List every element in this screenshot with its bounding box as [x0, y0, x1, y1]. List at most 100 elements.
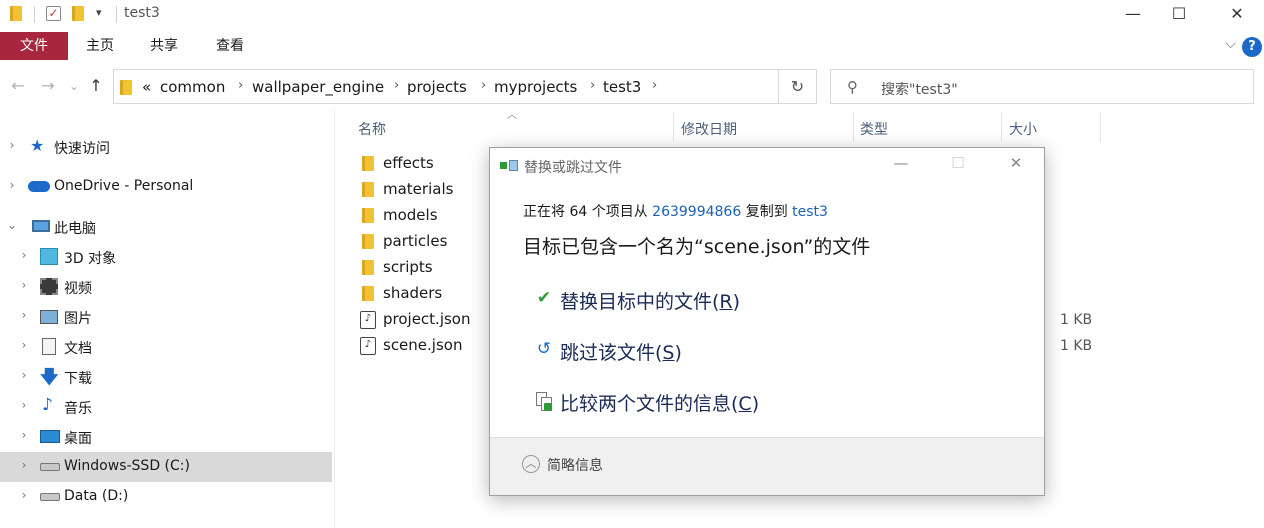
- chevron-right-icon[interactable]: ›: [18, 398, 30, 412]
- breadcrumb-myprojects[interactable]: myprojects: [494, 78, 577, 96]
- breadcrumb-common[interactable]: common: [160, 78, 225, 96]
- column-divider[interactable]: [1001, 112, 1002, 142]
- ribbon-tabs: 文件 主页 共享 查看: [0, 32, 1264, 60]
- list-item[interactable]: ♪ scene.json: [356, 333, 486, 359]
- dialog-maximize-button: ☐: [951, 154, 965, 172]
- chevron-right-icon[interactable]: ›: [394, 78, 399, 93]
- sidebar-item-3d-objects[interactable]: › 3D 对象: [0, 242, 332, 272]
- dialog-footer: ︿ 简略信息: [490, 437, 1044, 495]
- column-divider[interactable]: [853, 112, 854, 142]
- list-item[interactable]: particles: [356, 229, 486, 255]
- title-bar: ✓ ▾ test3 — ☐ ✕: [0, 0, 1264, 30]
- chevron-right-icon[interactable]: ›: [18, 308, 30, 322]
- column-header-date[interactable]: 修改日期: [681, 119, 737, 139]
- dialog-close-button[interactable]: ✕: [1001, 154, 1031, 172]
- address-bar[interactable]: « common › wallpaper_engine › projects ›…: [113, 69, 817, 104]
- tab-file[interactable]: 文件: [0, 32, 68, 60]
- chevron-right-icon[interactable]: ›: [18, 368, 30, 382]
- breadcrumb-overflow[interactable]: «: [142, 78, 151, 96]
- breadcrumb-wallpaper-engine[interactable]: wallpaper_engine: [252, 78, 384, 96]
- pane-divider[interactable]: [334, 110, 335, 528]
- search-box[interactable]: ⚲ 搜索"test3": [830, 69, 1254, 104]
- desktop-icon: [40, 430, 60, 443]
- search-icon: ⚲: [847, 78, 858, 96]
- list-item[interactable]: scripts: [356, 255, 486, 281]
- divider: [116, 6, 117, 23]
- recent-locations-button[interactable]: ⌄: [62, 74, 86, 98]
- skip-option[interactable]: ↺ 跳过该文件(S): [534, 335, 694, 369]
- tab-home[interactable]: 主页: [76, 32, 124, 60]
- sidebar-item-label: 桌面: [64, 431, 92, 447]
- sidebar-item-downloads[interactable]: › 🡇 下载: [0, 362, 332, 392]
- compare-option[interactable]: 比较两个文件的信息(C): [534, 386, 774, 420]
- source-link[interactable]: 2639994866: [652, 204, 741, 220]
- column-divider[interactable]: [673, 112, 674, 142]
- properties-icon[interactable]: ✓: [46, 6, 61, 21]
- chevron-right-icon[interactable]: ›: [652, 78, 657, 93]
- replace-option[interactable]: ✔ 替换目标中的文件(R): [534, 284, 754, 318]
- column-divider[interactable]: [1100, 112, 1101, 142]
- sidebar-item-data-d[interactable]: › Data (D:): [0, 482, 332, 512]
- chevron-right-icon[interactable]: ›: [18, 428, 30, 442]
- destination-link[interactable]: test3: [792, 204, 828, 220]
- file-name: effects: [383, 154, 434, 172]
- refresh-button[interactable]: ↻: [778, 69, 817, 104]
- navigation-bar: ← → ⌄ ↑ « common › wallpaper_engine › pr…: [0, 66, 1264, 106]
- tab-share[interactable]: 共享: [140, 32, 188, 60]
- close-button[interactable]: ✕: [1214, 0, 1260, 30]
- copy-progress-icon: [500, 160, 518, 172]
- sidebar-item-onedrive[interactable]: › OneDrive - Personal: [0, 172, 332, 202]
- sidebar-item-desktop[interactable]: › 桌面: [0, 422, 332, 452]
- tab-view[interactable]: 查看: [206, 32, 254, 60]
- chevron-right-icon[interactable]: ›: [18, 248, 30, 262]
- sidebar-item-windows-ssd[interactable]: › Windows-SSD (C:): [0, 452, 332, 482]
- chevron-right-icon[interactable]: ›: [18, 458, 30, 472]
- sidebar-item-music[interactable]: › ♪ 音乐: [0, 392, 332, 422]
- chevron-right-icon[interactable]: ›: [18, 278, 30, 292]
- minimize-button[interactable]: —: [1110, 0, 1156, 30]
- up-button[interactable]: ↑: [84, 74, 108, 98]
- quick-access-dropdown-icon[interactable]: ▾: [96, 6, 102, 19]
- list-item[interactable]: effects: [356, 151, 486, 177]
- list-item[interactable]: materials: [356, 177, 486, 203]
- forward-button[interactable]: →: [36, 74, 60, 98]
- maximize-button[interactable]: ☐: [1156, 0, 1202, 30]
- file-name: materials: [383, 180, 454, 198]
- fewer-details-toggle[interactable]: 简略信息: [547, 455, 603, 475]
- column-header-type[interactable]: 类型: [860, 119, 888, 139]
- dialog-minimize-button[interactable]: —: [886, 154, 916, 172]
- chevron-right-icon[interactable]: ›: [18, 488, 30, 502]
- column-header-size[interactable]: 大小: [1009, 119, 1037, 139]
- chevron-right-icon[interactable]: ›: [6, 178, 18, 192]
- chevron-up-icon[interactable]: ︿: [522, 455, 540, 473]
- music-icon: ♪: [42, 395, 53, 415]
- checkmark-icon: ✔: [536, 288, 552, 308]
- chevron-right-icon[interactable]: ›: [590, 78, 595, 93]
- file-name: scripts: [383, 258, 433, 276]
- chevron-right-icon[interactable]: ›: [481, 78, 486, 93]
- copy-status-prefix: 正在将 64 个项目从: [523, 204, 653, 220]
- chevron-right-icon[interactable]: ›: [6, 138, 18, 152]
- list-item[interactable]: ♪ project.json: [356, 307, 486, 333]
- sidebar-item-quick-access[interactable]: › ★ 快速访问: [0, 132, 332, 162]
- back-button[interactable]: ←: [6, 74, 30, 98]
- file-name: project.json: [383, 310, 471, 328]
- breadcrumb-projects[interactable]: projects: [407, 78, 467, 96]
- sidebar-item-label: 此电脑: [54, 221, 96, 237]
- chevron-right-icon[interactable]: ›: [238, 78, 243, 93]
- sidebar-item-videos[interactable]: › 视频: [0, 272, 332, 302]
- breadcrumb-test3[interactable]: test3: [603, 78, 641, 96]
- sidebar-item-this-pc[interactable]: ⌄ 此电脑: [0, 212, 332, 242]
- list-item[interactable]: models: [356, 203, 486, 229]
- chevron-down-icon[interactable]: ⌄: [6, 218, 18, 232]
- help-icon[interactable]: ?: [1242, 37, 1262, 57]
- folder-icon: [362, 260, 374, 275]
- sidebar-item-pictures[interactable]: › 图片: [0, 302, 332, 332]
- new-folder-icon[interactable]: [72, 6, 84, 21]
- sidebar-item-documents[interactable]: › 文档: [0, 332, 332, 362]
- column-header-name[interactable]: 名称: [358, 119, 386, 139]
- video-icon: [40, 278, 58, 295]
- list-item[interactable]: shaders: [356, 281, 486, 307]
- expand-ribbon-icon[interactable]: ⌵: [1225, 36, 1236, 52]
- chevron-right-icon[interactable]: ›: [18, 338, 30, 352]
